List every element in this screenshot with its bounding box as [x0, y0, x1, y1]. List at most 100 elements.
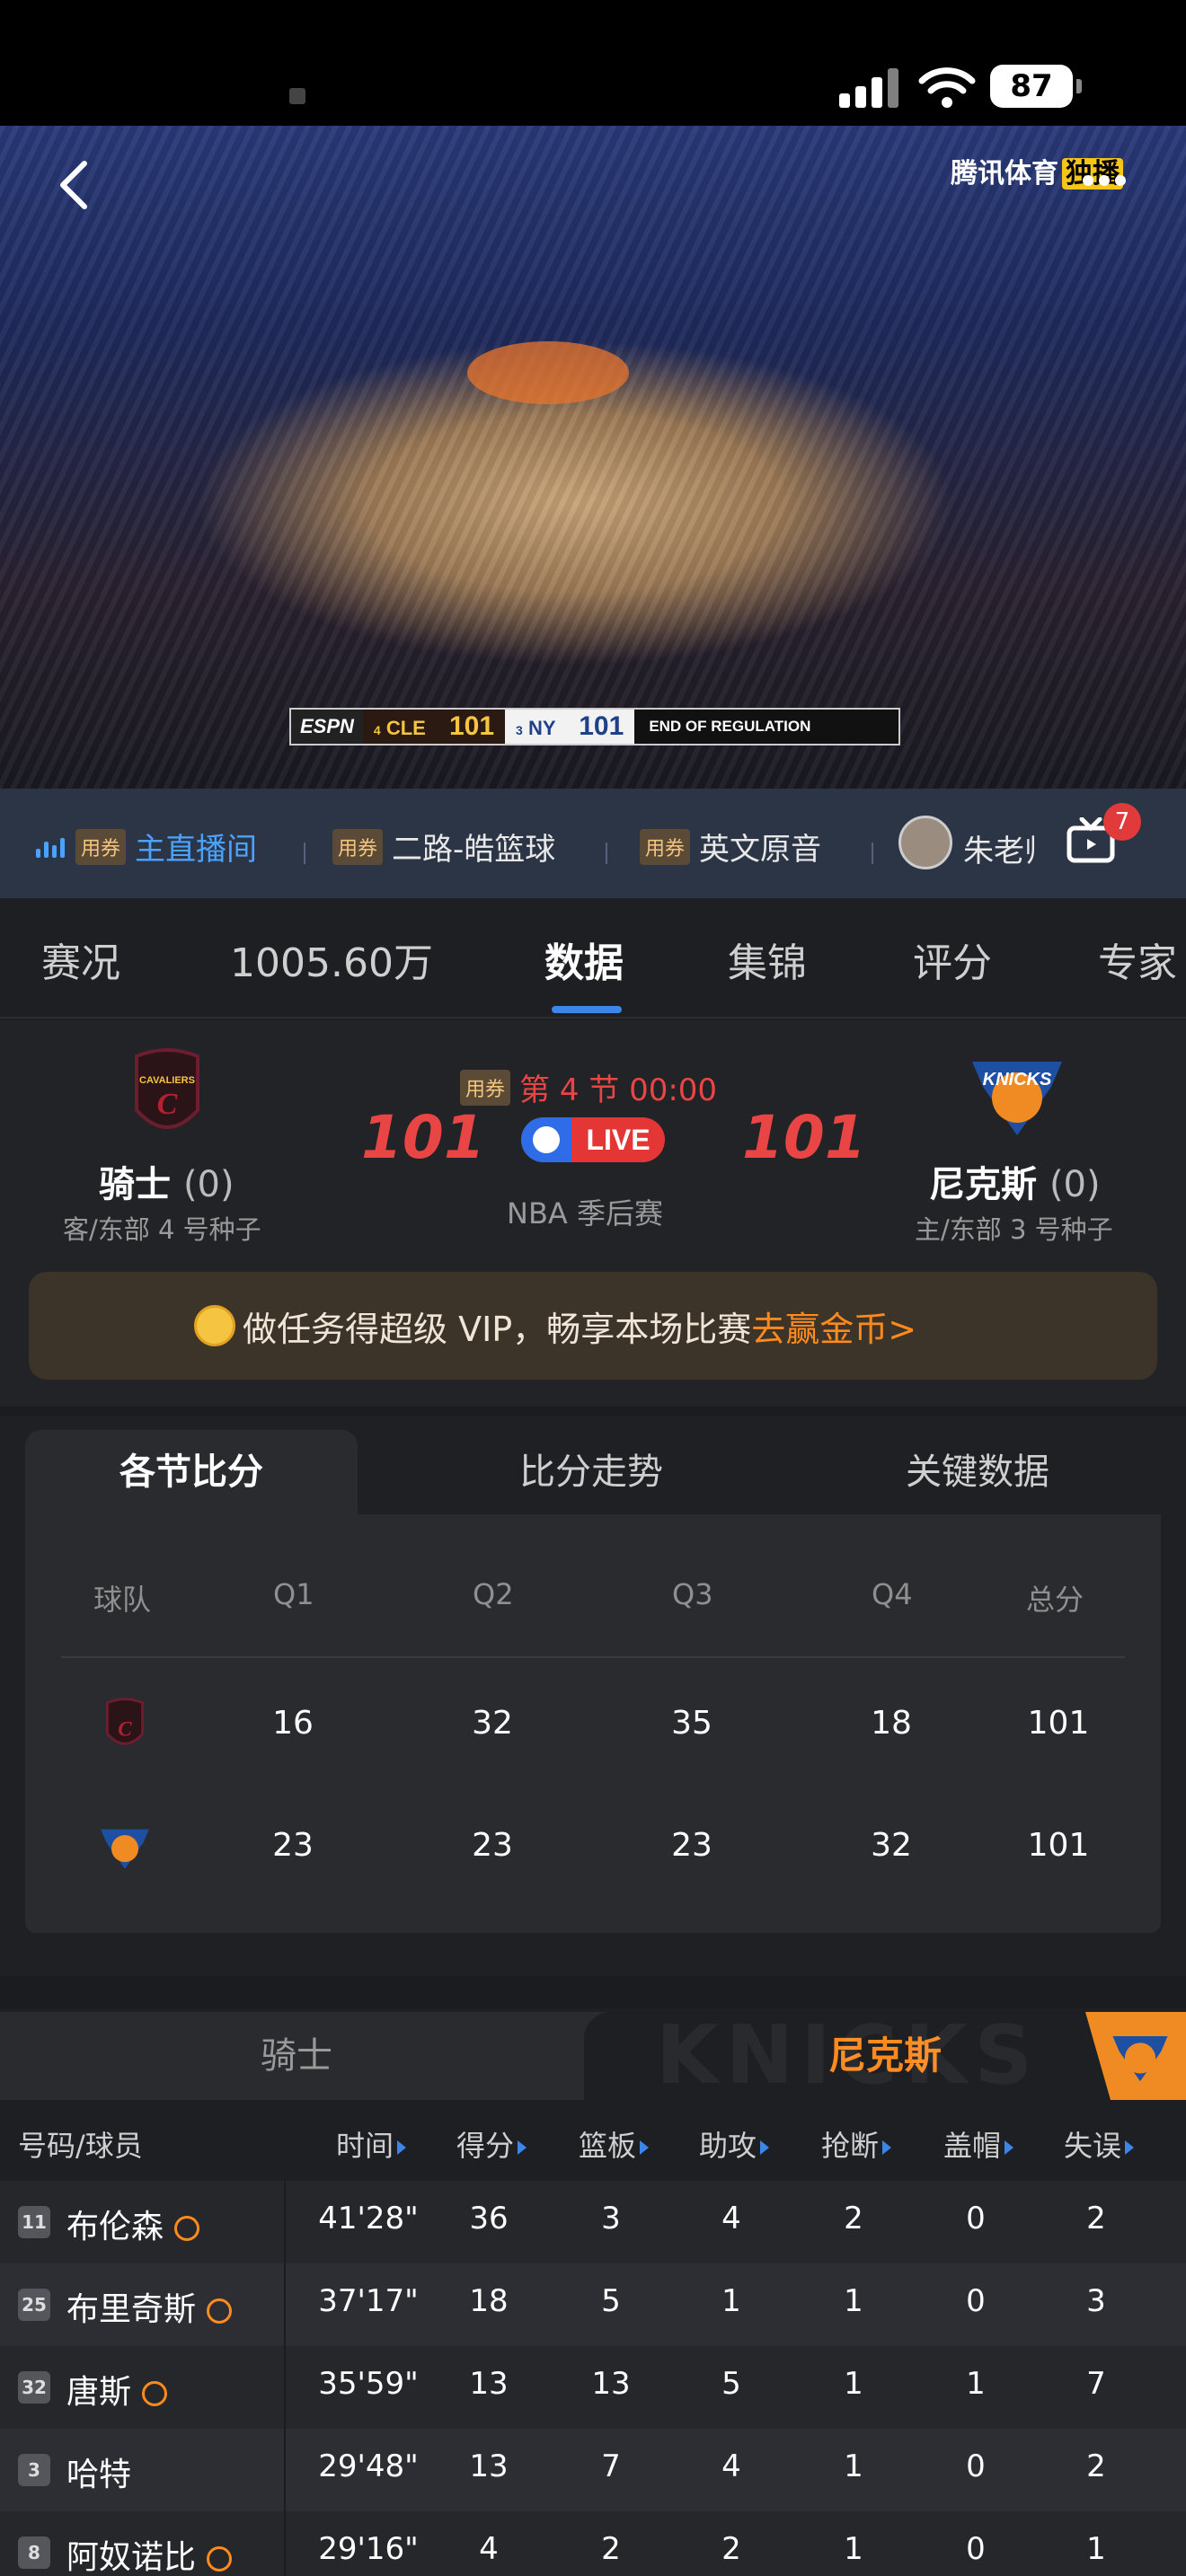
q-cell: 18 — [871, 1705, 912, 1742]
stat-stl: 2 — [844, 2201, 863, 2236]
table-row[interactable]: 11 布伦森 41'28" 36 3 4 2 0 2 — [0, 2181, 1186, 2263]
stat-tov: 2 — [1086, 2201, 1106, 2236]
jersey-number: 3 — [18, 2454, 50, 2486]
stat-time: 35'59" — [318, 2366, 419, 2402]
stream-second[interactable]: 用券 二路-皓篮球 — [332, 825, 555, 869]
away-team-name[interactable]: 骑士 (0) — [99, 1155, 235, 1207]
player-name: 阿奴诺比 — [66, 2539, 197, 2576]
host-name[interactable]: 朱老师 — [963, 826, 1035, 870]
col-label: 盖帽 — [943, 2129, 1002, 2163]
table-row[interactable]: 8 阿奴诺比 29'16" 4 2 2 1 0 1 — [0, 2511, 1186, 2576]
table-row[interactable]: 32 唐斯 35'59" 13 13 5 1 1 7 — [0, 2346, 1186, 2429]
home-team-name[interactable]: 尼克斯 (0) — [929, 1155, 1101, 1207]
live-badge[interactable]: LIVE — [521, 1117, 665, 1162]
player-name: 哈特 — [66, 2457, 132, 2493]
stream-main[interactable]: 用券 主直播间 — [36, 825, 257, 869]
tab-overview[interactable]: 赛况 — [41, 931, 120, 988]
cellular-signal-icon — [839, 68, 902, 108]
stream-english[interactable]: 用券 英文原音 — [640, 825, 821, 869]
brand-name: 腾讯体育 — [951, 158, 1058, 190]
stat-ast: 2 — [721, 2531, 741, 2567]
player-name: 布伦森 — [66, 2209, 164, 2245]
stat-blk: 0 — [966, 2201, 986, 2236]
home-name: 尼克斯 — [929, 1164, 1037, 1205]
vip-link[interactable]: 去赢金币> — [751, 1301, 916, 1351]
knicks-logo[interactable]: KNICKS — [969, 1049, 1066, 1139]
col-header-q4: Q4 — [872, 1577, 913, 1611]
player-cell: 25 布里奇斯 — [0, 2263, 286, 2346]
status-bar: 87 — [0, 0, 1186, 126]
q-cell: 32 — [871, 1827, 912, 1864]
player-name-cell[interactable]: 布伦森 — [66, 2201, 200, 2247]
player-table-header: 号码/球员 时间 得分 篮板 助攻 抢断 盖帽 失误 — [0, 2100, 1186, 2181]
sort-icon — [518, 2140, 527, 2155]
knicks-mini-logo — [101, 1829, 149, 1869]
table-row[interactable]: 3 哈特 29'48" 13 7 4 1 0 2 — [0, 2429, 1186, 2511]
player-name-cell[interactable]: 哈特 — [66, 2448, 131, 2495]
col-player: 号码/球员 — [18, 2129, 143, 2163]
wifi-icon — [918, 67, 976, 108]
cavaliers-logo[interactable]: CAVALIERS C — [131, 1047, 203, 1141]
player-cell: 32 唐斯 — [0, 2346, 286, 2429]
stat-time: 29'48" — [318, 2448, 419, 2484]
more-icon[interactable] — [1082, 174, 1127, 187]
home-abbr: NY — [527, 717, 556, 739]
table-row[interactable]: 25 布里奇斯 37'17" 18 5 1 1 0 3 — [0, 2263, 1186, 2346]
player-cell: 8 阿奴诺比 — [0, 2511, 286, 2576]
tab-highlights[interactable]: 集锦 — [728, 931, 807, 988]
coupon-tag: 用券 — [640, 828, 691, 865]
stat-stl: 1 — [844, 2531, 863, 2567]
svg-text:C: C — [157, 1088, 178, 1121]
subtab-key-stats[interactable]: 关键数据 — [789, 1430, 1161, 1514]
tab-team-away[interactable]: 骑士 — [0, 2012, 593, 2100]
stat-time: 37'17" — [318, 2283, 419, 2319]
player-name-cell[interactable]: 布里奇斯 — [66, 2283, 233, 2330]
home-wins: (0) — [1049, 1164, 1101, 1205]
col-header-total: 总分 — [1026, 1583, 1084, 1617]
col-blocks[interactable]: 盖帽 — [943, 2123, 1014, 2165]
player-name-cell[interactable]: 唐斯 — [66, 2366, 168, 2413]
subtab-quarter-scores[interactable]: 各节比分 — [25, 1430, 358, 1514]
host-avatar[interactable] — [898, 816, 952, 869]
tab-experts[interactable]: 专家 — [1098, 931, 1177, 988]
period-clock: 用券 第 4 节 00:00 — [460, 1065, 717, 1109]
tab-ratings[interactable]: 评分 — [913, 931, 992, 988]
league-label: NBA 季后赛 — [507, 1196, 663, 1231]
away-abbr: CLE — [385, 717, 426, 739]
video-player[interactable] — [0, 126, 1186, 789]
coupon-tag: 用券 — [332, 828, 384, 865]
game-status-label: END OF REGULATION — [649, 718, 811, 735]
col-label: 抢断 — [821, 2129, 880, 2163]
player-name: 唐斯 — [66, 2374, 132, 2411]
player-name: 布里奇斯 — [66, 2291, 197, 2328]
tab-chat-count[interactable]: 1005.60万 — [230, 931, 433, 988]
stat-stl: 1 — [844, 2283, 863, 2319]
stat-reb: 13 — [591, 2366, 631, 2402]
stat-tov: 3 — [1086, 2283, 1106, 2319]
col-label: 得分 — [456, 2129, 515, 2163]
back-arrow-icon[interactable] — [54, 158, 93, 212]
active-tab-indicator — [552, 1006, 622, 1013]
tv-scorebug: ESPN 4 CLE 101 3 NY 101 END OF REGULATIO… — [289, 708, 900, 745]
svg-text:CAVALIERS: CAVALIERS — [139, 1075, 195, 1086]
col-rebounds[interactable]: 篮板 — [579, 2123, 650, 2165]
stream-label: 二路-皓篮球 — [392, 832, 556, 868]
live-ball-icon — [521, 1117, 571, 1162]
col-steals[interactable]: 抢断 — [821, 2123, 892, 2165]
player-cell: 11 布伦森 — [0, 2181, 286, 2263]
stat-pts: 13 — [469, 2448, 509, 2484]
col-assists[interactable]: 助攻 — [699, 2123, 770, 2165]
vip-text: 做任务得超级 VIP，畅享本场比赛 — [243, 1309, 752, 1349]
vip-promo-banner[interactable]: 做任务得超级 VIP，畅享本场比赛 去赢金币> — [29, 1272, 1157, 1380]
player-name-cell[interactable]: 阿奴诺比 — [66, 2531, 233, 2576]
col-turnovers[interactable]: 失误 — [1064, 2123, 1135, 2165]
q-cell: 35 — [671, 1705, 712, 1742]
subtab-score-trend[interactable]: 比分走势 — [403, 1430, 780, 1514]
tab-stats[interactable]: 数据 — [544, 931, 624, 988]
stat-stl: 1 — [844, 2366, 863, 2402]
stat-time: 41'28" — [318, 2201, 419, 2236]
jersey-number: 32 — [18, 2371, 50, 2404]
col-header-q3: Q3 — [672, 1577, 713, 1611]
col-points[interactable]: 得分 — [456, 2123, 527, 2165]
col-minutes[interactable]: 时间 — [336, 2123, 407, 2165]
